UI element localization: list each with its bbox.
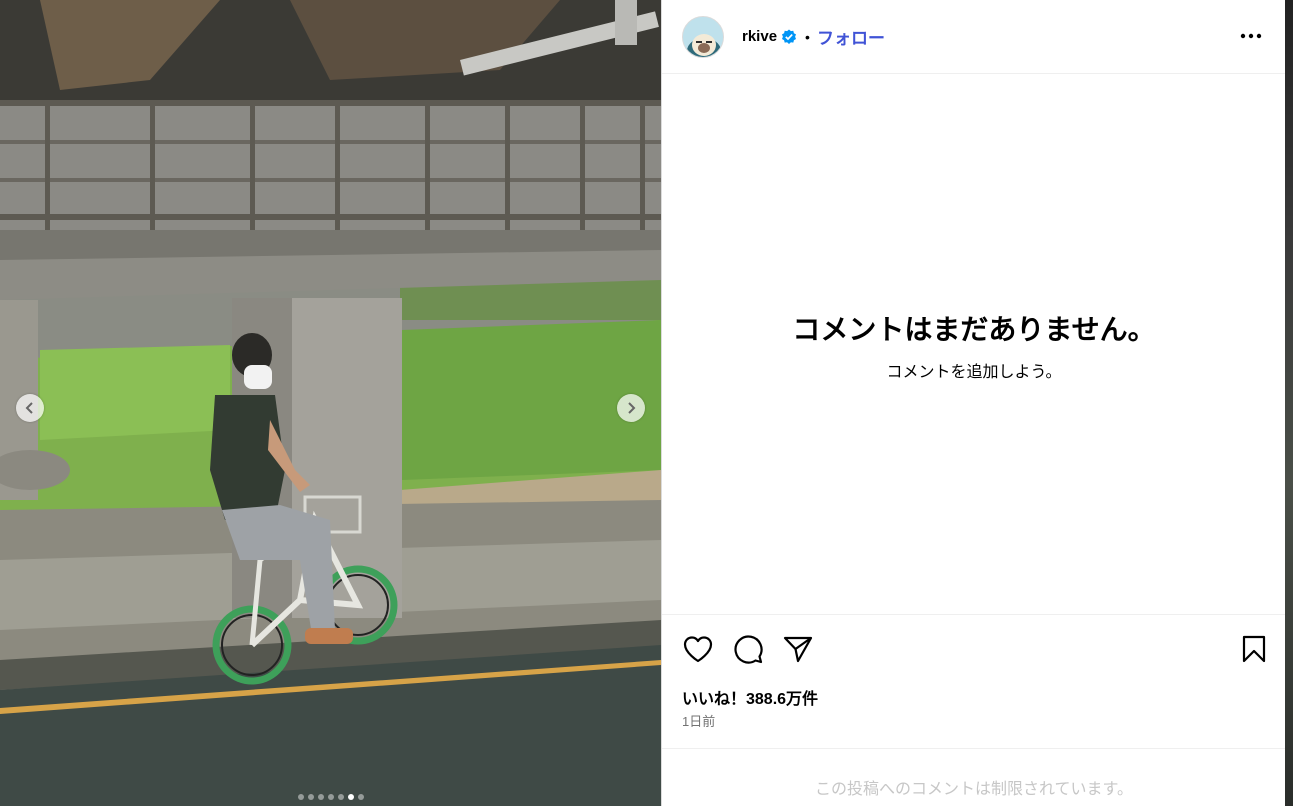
- carousel-dot: [327, 794, 334, 800]
- heart-icon: [683, 636, 713, 663]
- carousel-dot: [337, 794, 344, 800]
- more-options-icon: [1240, 33, 1262, 39]
- bookmark-icon: [1242, 635, 1266, 663]
- share-button[interactable]: [782, 633, 814, 665]
- carousel-dot: [317, 794, 324, 800]
- more-options-button[interactable]: [1238, 24, 1264, 48]
- no-comments-subtitle: コメントを追加しよう。: [886, 364, 1062, 381]
- verified-badge-icon: [781, 29, 797, 45]
- next-slide-button[interactable]: [617, 394, 645, 422]
- post-timestamp[interactable]: 1日前: [682, 711, 715, 730]
- post-dialog: rkive • フォロー コメントはまだありません。 コメントを追加しよう。 い…: [0, 0, 1293, 806]
- save-button[interactable]: [1238, 633, 1270, 665]
- chevron-right-icon: [628, 402, 636, 414]
- carousel-dot: [297, 794, 304, 800]
- previous-slide-button[interactable]: [16, 394, 44, 422]
- avatar-image: [683, 16, 723, 57]
- username[interactable]: rkive: [742, 28, 777, 45]
- comment-button[interactable]: [732, 633, 764, 665]
- comment-icon: [734, 635, 763, 664]
- post-header: rkive • フォロー: [662, 0, 1286, 74]
- comments-area[interactable]: コメントはまだありません。 コメントを追加しよう。: [662, 74, 1286, 614]
- carousel-dot: [307, 794, 314, 800]
- separator-dot: •: [805, 28, 810, 45]
- carousel-indicator: [0, 794, 661, 800]
- carousel-dot: [357, 794, 364, 800]
- like-count[interactable]: いいね！388.6万件: [682, 685, 818, 709]
- follow-button[interactable]: フォロー: [817, 24, 885, 49]
- share-icon: [783, 636, 813, 663]
- comments-restricted-notice: この投稿へのコメントは制限されています。: [662, 748, 1286, 806]
- post-side-panel: rkive • フォロー コメントはまだありません。 コメントを追加しよう。 い…: [661, 0, 1286, 806]
- post-media[interactable]: [0, 0, 661, 806]
- chevron-left-icon: [25, 402, 33, 414]
- background-overlay: [1285, 0, 1293, 806]
- avatar[interactable]: [682, 15, 724, 58]
- carousel-dot: [347, 794, 354, 800]
- no-comments-title: コメントはまだありません。: [792, 314, 1156, 345]
- post-actions: いいね！388.6万件 1日前: [662, 614, 1286, 748]
- post-photo: [0, 0, 661, 806]
- like-button[interactable]: [682, 633, 714, 665]
